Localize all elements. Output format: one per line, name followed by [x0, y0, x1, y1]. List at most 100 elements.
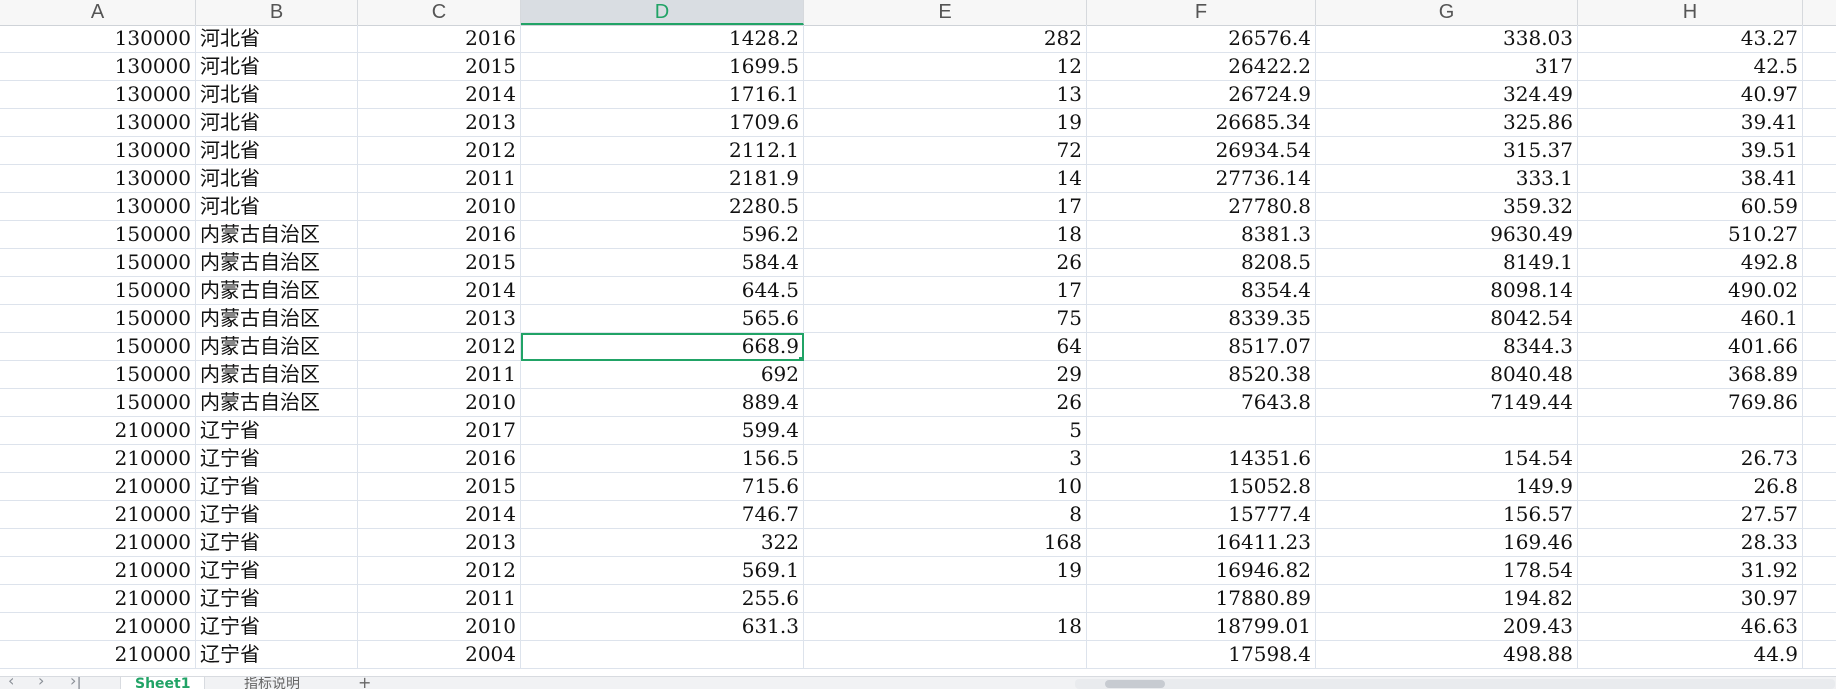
cell-b[interactable]: 辽宁省	[196, 585, 358, 613]
cell-e[interactable]: 18	[804, 613, 1087, 641]
cell-d[interactable]: 255.6	[521, 585, 804, 613]
tab-scroll-right-icon[interactable]: ›	[38, 677, 44, 689]
cell-e[interactable]: 3	[804, 445, 1087, 473]
column-header-f[interactable]: F	[1087, 0, 1316, 25]
cell-overflow[interactable]	[1803, 613, 1836, 641]
cell-b[interactable]: 辽宁省	[196, 445, 358, 473]
cell-f[interactable]: 14351.6	[1087, 445, 1316, 473]
column-header-h[interactable]: H	[1578, 0, 1803, 25]
cell-a[interactable]: 130000	[0, 137, 196, 165]
cell-a[interactable]: 150000	[0, 249, 196, 277]
cell-b[interactable]: 河北省	[196, 193, 358, 221]
cell-a[interactable]: 150000	[0, 389, 196, 417]
cell-b[interactable]: 内蒙古自治区	[196, 305, 358, 333]
cell-g[interactable]: 154.54	[1316, 445, 1578, 473]
cell-a[interactable]: 210000	[0, 473, 196, 501]
cell-f[interactable]: 8208.5	[1087, 249, 1316, 277]
cell-f[interactable]: 26934.54	[1087, 137, 1316, 165]
cell-f[interactable]: 15052.8	[1087, 473, 1316, 501]
cell-g[interactable]: 7149.44	[1316, 389, 1578, 417]
cell-a[interactable]: 130000	[0, 53, 196, 81]
cell-g[interactable]: 9630.49	[1316, 221, 1578, 249]
cell-h[interactable]: 38.41	[1578, 165, 1803, 193]
cell-h[interactable]: 401.66	[1578, 333, 1803, 361]
cell-c[interactable]: 2004	[358, 641, 521, 669]
cell-f[interactable]: 16946.82	[1087, 557, 1316, 585]
cell-f[interactable]: 8517.07	[1087, 333, 1316, 361]
tab-scroll-last-icon[interactable]: ›|	[70, 677, 82, 689]
cell-overflow[interactable]	[1803, 641, 1836, 669]
cell-overflow[interactable]	[1803, 137, 1836, 165]
cell-a[interactable]: 150000	[0, 361, 196, 389]
cell-h[interactable]: 769.86	[1578, 389, 1803, 417]
cell-f[interactable]: 7643.8	[1087, 389, 1316, 417]
cell-c[interactable]: 2012	[358, 333, 521, 361]
cell-b[interactable]: 河北省	[196, 109, 358, 137]
cell-a[interactable]: 150000	[0, 333, 196, 361]
cell-b[interactable]: 辽宁省	[196, 473, 358, 501]
cell-a[interactable]: 210000	[0, 557, 196, 585]
cell-e[interactable]: 12	[804, 53, 1087, 81]
cell-e[interactable]: 14	[804, 165, 1087, 193]
column-header-e[interactable]: E	[804, 0, 1087, 25]
tab-indicator-notes[interactable]: 指标说明	[230, 677, 314, 689]
cell-a[interactable]: 210000	[0, 445, 196, 473]
cell-b[interactable]: 辽宁省	[196, 557, 358, 585]
cell-overflow[interactable]	[1803, 109, 1836, 137]
cell-e[interactable]	[804, 641, 1087, 669]
cell-c[interactable]: 2016	[358, 221, 521, 249]
cell-h[interactable]: 40.97	[1578, 81, 1803, 109]
cell-overflow[interactable]	[1803, 361, 1836, 389]
cell-overflow[interactable]	[1803, 81, 1836, 109]
cell-g[interactable]: 324.49	[1316, 81, 1578, 109]
cell-c[interactable]: 2015	[358, 473, 521, 501]
cell-e[interactable]: 13	[804, 81, 1087, 109]
cell-g[interactable]: 8042.54	[1316, 305, 1578, 333]
cell-e[interactable]: 8	[804, 501, 1087, 529]
cell-c[interactable]: 2015	[358, 53, 521, 81]
cell-d[interactable]: 715.6	[521, 473, 804, 501]
cell-b[interactable]: 内蒙古自治区	[196, 277, 358, 305]
cell-overflow[interactable]	[1803, 305, 1836, 333]
cell-overflow[interactable]	[1803, 165, 1836, 193]
cell-h[interactable]: 26.73	[1578, 445, 1803, 473]
cell-c[interactable]: 2017	[358, 417, 521, 445]
cell-f[interactable]: 8381.3	[1087, 221, 1316, 249]
cell-g[interactable]: 498.88	[1316, 641, 1578, 669]
cell-d[interactable]: 599.4	[521, 417, 804, 445]
cell-e[interactable]: 5	[804, 417, 1087, 445]
cell-a[interactable]: 210000	[0, 613, 196, 641]
cell-e[interactable]: 26	[804, 389, 1087, 417]
cell-overflow[interactable]	[1803, 333, 1836, 361]
cell-d[interactable]: 1709.6	[521, 109, 804, 137]
cell-h[interactable]: 43.27	[1578, 25, 1803, 53]
cell-g[interactable]: 317	[1316, 53, 1578, 81]
cell-g[interactable]: 315.37	[1316, 137, 1578, 165]
column-header-overflow[interactable]	[1803, 0, 1836, 25]
scrollbar-thumb[interactable]	[1105, 680, 1165, 688]
cell-c[interactable]: 2016	[358, 445, 521, 473]
cell-g[interactable]: 178.54	[1316, 557, 1578, 585]
cell-c[interactable]: 2012	[358, 557, 521, 585]
cell-overflow[interactable]	[1803, 501, 1836, 529]
cell-g[interactable]: 359.32	[1316, 193, 1578, 221]
cell-b[interactable]: 内蒙古自治区	[196, 333, 358, 361]
cell-f[interactable]: 26422.2	[1087, 53, 1316, 81]
cell-overflow[interactable]	[1803, 277, 1836, 305]
cell-d[interactable]: 1428.2	[521, 25, 804, 53]
cell-g[interactable]: 8098.14	[1316, 277, 1578, 305]
cell-c[interactable]: 2016	[358, 25, 521, 53]
cell-h[interactable]: 27.57	[1578, 501, 1803, 529]
cell-c[interactable]: 2011	[358, 585, 521, 613]
cell-e[interactable]: 17	[804, 193, 1087, 221]
cell-d[interactable]: 668.9	[521, 333, 804, 361]
tab-scroll-left-icon[interactable]: ‹	[8, 677, 14, 689]
cell-h[interactable]: 368.89	[1578, 361, 1803, 389]
add-sheet-icon[interactable]: +	[358, 677, 371, 689]
cell-e[interactable]: 282	[804, 25, 1087, 53]
cell-a[interactable]: 210000	[0, 529, 196, 557]
cell-g[interactable]: 338.03	[1316, 25, 1578, 53]
cell-e[interactable]: 18	[804, 221, 1087, 249]
cell-d[interactable]	[521, 641, 804, 669]
cell-g[interactable]: 325.86	[1316, 109, 1578, 137]
